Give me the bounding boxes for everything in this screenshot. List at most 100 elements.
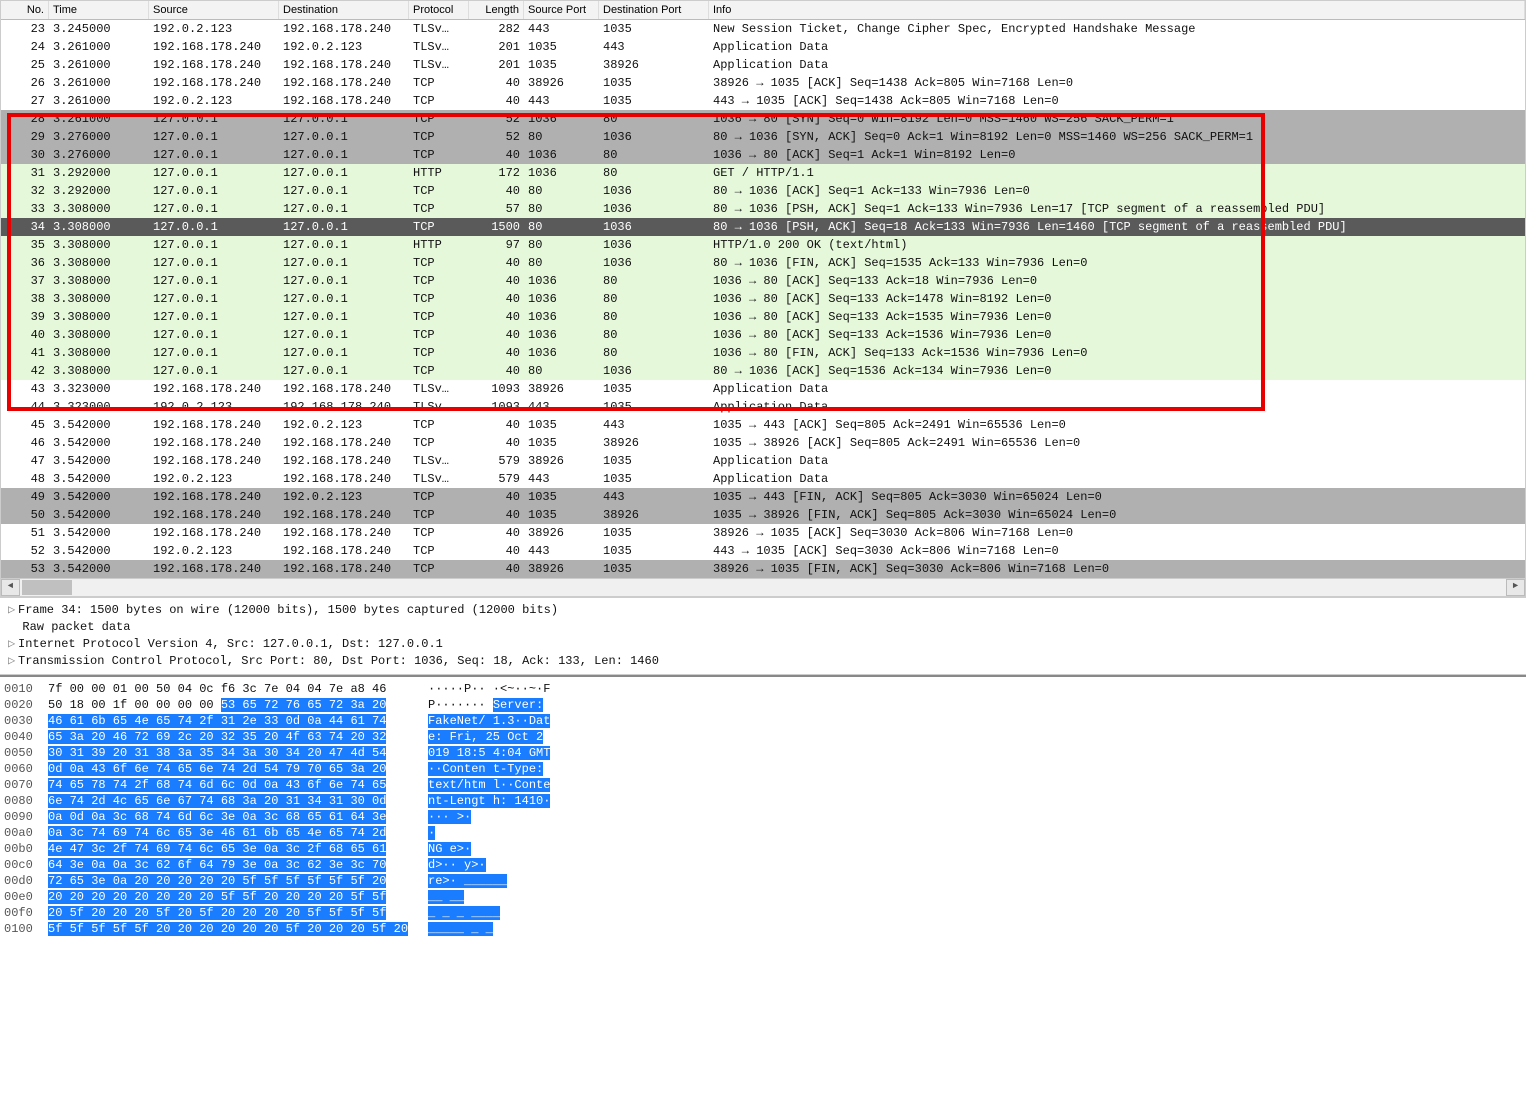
packet-cell: 40 [469, 416, 524, 434]
hex-row[interactable]: 00b04e 47 3c 2f 74 69 74 6c 65 3e 0a 3c … [4, 841, 1526, 857]
packet-cell: 3.542000 [49, 524, 149, 542]
packet-row[interactable]: 443.323000192.0.2.123192.168.178.240TLSv… [1, 398, 1525, 416]
packet-row[interactable]: 393.308000127.0.0.1127.0.0.1TCP401036801… [1, 308, 1525, 326]
col-header-time[interactable]: Time [49, 1, 149, 19]
hex-row[interactable]: 002050 18 00 1f 00 00 00 00 53 65 72 76 … [4, 697, 1526, 713]
expand-icon[interactable]: ▷ [8, 602, 18, 619]
hex-row[interactable]: 00107f 00 00 01 00 50 04 0c f6 3c 7e 04 … [4, 681, 1526, 697]
packet-row[interactable]: 323.292000127.0.0.1127.0.0.1TCP408010368… [1, 182, 1525, 200]
packet-row[interactable]: 493.542000192.168.178.240192.0.2.123TCP4… [1, 488, 1525, 506]
packet-row[interactable]: 363.308000127.0.0.1127.0.0.1TCP408010368… [1, 254, 1525, 272]
hex-offset: 0010 [4, 681, 48, 697]
hex-row[interactable]: 00900a 0d 0a 3c 68 74 6d 6c 3e 0a 3c 68 … [4, 809, 1526, 825]
packet-row[interactable]: 343.308000127.0.0.1127.0.0.1TCP150080103… [1, 218, 1525, 236]
packet-cell: 192.168.178.240 [149, 488, 279, 506]
detail-frame[interactable]: ▷Frame 34: 1500 bytes on wire (12000 bit… [8, 602, 1518, 619]
packet-row[interactable]: 233.245000192.0.2.123192.168.178.240TLSv… [1, 20, 1525, 38]
packet-row[interactable]: 523.542000192.0.2.123192.168.178.240TCP4… [1, 542, 1525, 560]
hex-row[interactable]: 00600d 0a 43 6f 6e 74 65 6e 74 2d 54 79 … [4, 761, 1526, 777]
hex-row[interactable]: 00f020 5f 20 20 20 5f 20 5f 20 20 20 20 … [4, 905, 1526, 921]
detail-raw[interactable]: Raw packet data [8, 619, 1518, 636]
hex-row[interactable]: 00806e 74 2d 4c 65 6e 67 74 68 3a 20 31 … [4, 793, 1526, 809]
packet-cell: 44 [1, 398, 49, 416]
hex-ascii: re>· ______ [428, 873, 648, 889]
packet-bytes-pane[interactable]: 00107f 00 00 01 00 50 04 0c f6 3c 7e 04 … [0, 675, 1526, 937]
hex-row[interactable]: 00e020 20 20 20 20 20 20 20 5f 5f 20 20 … [4, 889, 1526, 905]
packet-cell: 34 [1, 218, 49, 236]
packet-cell: 192.168.178.240 [279, 524, 409, 542]
hex-row[interactable]: 003046 61 6b 65 4e 65 74 2f 31 2e 33 0d … [4, 713, 1526, 729]
packet-row[interactable]: 503.542000192.168.178.240192.168.178.240… [1, 506, 1525, 524]
hex-row[interactable]: 005030 31 39 20 31 38 3a 35 34 3a 30 34 … [4, 745, 1526, 761]
hex-row[interactable]: 00c064 3e 0a 0a 3c 62 6f 64 79 3e 0a 3c … [4, 857, 1526, 873]
packet-cell: 40 [469, 290, 524, 308]
packet-cell: 127.0.0.1 [149, 362, 279, 380]
packet-cell: 127.0.0.1 [279, 236, 409, 254]
packet-cell: 1093 [469, 398, 524, 416]
packet-cell: 127.0.0.1 [279, 218, 409, 236]
packet-row[interactable]: 463.542000192.168.178.240192.168.178.240… [1, 434, 1525, 452]
packet-row[interactable]: 243.261000192.168.178.240192.0.2.123TLSv… [1, 38, 1525, 56]
packet-row[interactable]: 403.308000127.0.0.1127.0.0.1TCP401036801… [1, 326, 1525, 344]
hex-row[interactable]: 01005f 5f 5f 5f 5f 20 20 20 20 20 20 5f … [4, 921, 1526, 937]
packet-row[interactable]: 253.261000192.168.178.240192.168.178.240… [1, 56, 1525, 74]
packet-cell: 443 [524, 398, 599, 416]
packet-list-h-scrollbar[interactable]: ◄ ► [1, 578, 1525, 597]
packet-row[interactable]: 313.292000127.0.0.1127.0.0.1HTTP17210368… [1, 164, 1525, 182]
packet-row[interactable]: 273.261000192.0.2.123192.168.178.240TCP4… [1, 92, 1525, 110]
packet-cell: 80 → 1036 [PSH, ACK] Seq=18 Ack=133 Win=… [709, 218, 1525, 236]
expand-icon[interactable]: ▷ [8, 653, 18, 670]
hex-row[interactable]: 00a00a 3c 74 69 74 6c 65 3e 46 61 6b 65 … [4, 825, 1526, 841]
packet-row[interactable]: 433.323000192.168.178.240192.168.178.240… [1, 380, 1525, 398]
packet-cell: 80 [599, 308, 709, 326]
detail-ip[interactable]: ▷Internet Protocol Version 4, Src: 127.0… [8, 636, 1518, 653]
packet-row[interactable]: 303.276000127.0.0.1127.0.0.1TCP401036801… [1, 146, 1525, 164]
packet-cell: 3.542000 [49, 560, 149, 578]
col-header-protocol[interactable]: Protocol [409, 1, 469, 19]
packet-cell: 1036 [524, 164, 599, 182]
packet-cell: 3.261000 [49, 74, 149, 92]
packet-cell: 1036 [599, 236, 709, 254]
packet-row[interactable]: 263.261000192.168.178.240192.168.178.240… [1, 74, 1525, 92]
col-header-source[interactable]: Source [149, 1, 279, 19]
packet-row[interactable]: 533.542000192.168.178.240192.168.178.240… [1, 560, 1525, 578]
packet-row[interactable]: 473.542000192.168.178.240192.168.178.240… [1, 452, 1525, 470]
hex-row[interactable]: 00d072 65 3e 0a 20 20 20 20 20 5f 5f 5f … [4, 873, 1526, 889]
packet-cell: 52 [1, 542, 49, 560]
packet-cell: 192.168.178.240 [279, 56, 409, 74]
packet-row[interactable]: 353.308000127.0.0.1127.0.0.1HTTP97801036… [1, 236, 1525, 254]
packet-row[interactable]: 373.308000127.0.0.1127.0.0.1TCP401036801… [1, 272, 1525, 290]
packet-row[interactable]: 383.308000127.0.0.1127.0.0.1TCP401036801… [1, 290, 1525, 308]
packet-cell: 1036 [524, 326, 599, 344]
packet-cell: 1035 [599, 560, 709, 578]
scroll-left-icon[interactable]: ◄ [1, 579, 20, 596]
hex-row[interactable]: 004065 3a 20 46 72 69 2c 20 32 35 20 4f … [4, 729, 1526, 745]
packet-cell: 192.0.2.123 [279, 416, 409, 434]
packet-list-pane[interactable]: No. Time Source Destination Protocol Len… [0, 0, 1526, 598]
col-header-source-port[interactable]: Source Port [524, 1, 599, 19]
packet-cell: 127.0.0.1 [149, 308, 279, 326]
packet-row[interactable]: 283.261000127.0.0.1127.0.0.1TCP521036801… [1, 110, 1525, 128]
packet-row[interactable]: 513.542000192.168.178.240192.168.178.240… [1, 524, 1525, 542]
packet-row[interactable]: 333.308000127.0.0.1127.0.0.1TCP578010368… [1, 200, 1525, 218]
packet-details-pane[interactable]: ▷Frame 34: 1500 bytes on wire (12000 bit… [0, 598, 1526, 675]
col-header-info[interactable]: Info [709, 1, 1525, 19]
packet-cell: 192.168.178.240 [279, 92, 409, 110]
packet-cell: 127.0.0.1 [149, 200, 279, 218]
hex-row[interactable]: 007074 65 78 74 2f 68 74 6d 6c 0d 0a 43 … [4, 777, 1526, 793]
packet-row[interactable]: 483.542000192.0.2.123192.168.178.240TLSv… [1, 470, 1525, 488]
detail-tcp[interactable]: ▷Transmission Control Protocol, Src Port… [8, 653, 1518, 670]
col-header-length[interactable]: Length [469, 1, 524, 19]
col-header-destination[interactable]: Destination [279, 1, 409, 19]
packet-cell: 51 [1, 524, 49, 542]
packet-cell: TCP [409, 200, 469, 218]
col-header-destination-port[interactable]: Destination Port [599, 1, 709, 19]
packet-row[interactable]: 293.276000127.0.0.1127.0.0.1TCP528010368… [1, 128, 1525, 146]
col-header-no[interactable]: No. [1, 1, 49, 19]
packet-row[interactable]: 453.542000192.168.178.240192.0.2.123TCP4… [1, 416, 1525, 434]
packet-row[interactable]: 413.308000127.0.0.1127.0.0.1TCP401036801… [1, 344, 1525, 362]
packet-row[interactable]: 423.308000127.0.0.1127.0.0.1TCP408010368… [1, 362, 1525, 380]
packet-cell: 80 → 1036 [ACK] Seq=1 Ack=133 Win=7936 L… [709, 182, 1525, 200]
expand-icon[interactable]: ▷ [8, 636, 18, 653]
scroll-right-icon[interactable]: ► [1506, 579, 1525, 596]
